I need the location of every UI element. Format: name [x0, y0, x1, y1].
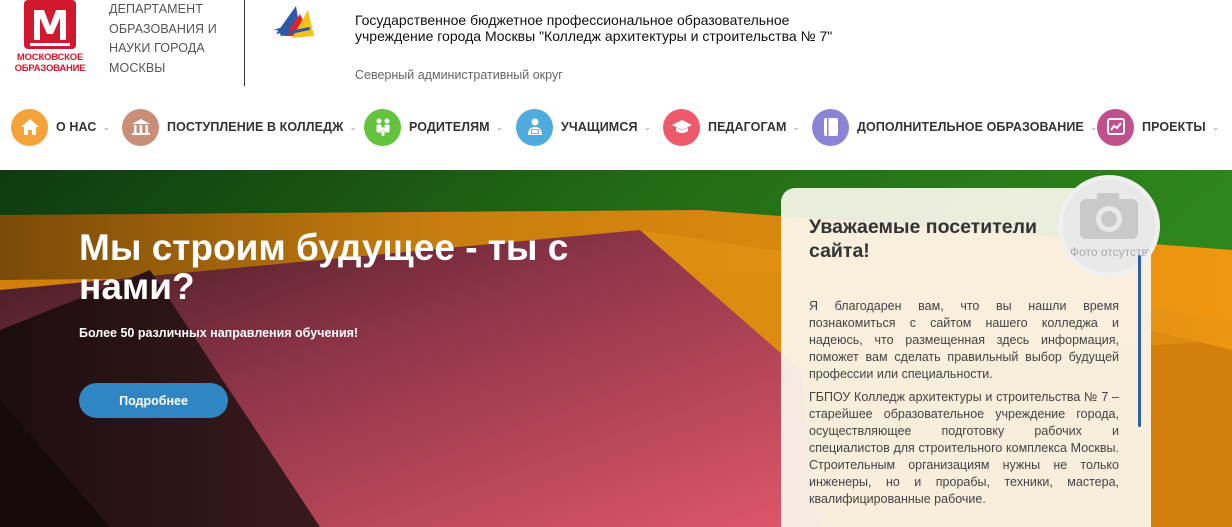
nav-label: ДОПОЛНИТЕЛЬНОЕ ОБРАЗОВАНИЕ: [857, 120, 1084, 134]
department-line: ДЕПАРТАМЕНТ: [109, 2, 203, 16]
nav-item-admission[interactable]: ПОСТУПЛЕНИЕ В КОЛЛЕДЖ ⌄: [122, 104, 357, 150]
header-divider: [244, 0, 245, 86]
welcome-text: Я благодарен вам, что вы нашли время поз…: [809, 298, 1119, 514]
chevron-down-icon: ⌄: [495, 121, 504, 132]
nav-item-students[interactable]: УЧАЩИМСЯ ⌄: [516, 104, 651, 150]
photo-placeholder: Фото отсутствует: [1062, 179, 1156, 273]
student-icon: [516, 108, 553, 146]
family-icon: [364, 108, 401, 146]
nav-label: УЧАЩИМСЯ: [561, 120, 638, 134]
department-line: ОБРАЗОВАНИЯ И: [109, 21, 217, 36]
site-header: МОСКОВСКОЕ ОБРАЗОВАНИЕ ДЕПАРТАМЕНТ ОБРАЗ…: [0, 0, 1232, 92]
college-logo[interactable]: [270, 0, 320, 44]
college-emblem-icon: [274, 6, 314, 38]
nav-label: О НАС: [56, 120, 97, 134]
nav-label: ПОСТУПЛЕНИЕ В КОЛЛЕДЖ: [167, 120, 344, 134]
chevron-down-icon: ⌄: [792, 121, 801, 132]
nav-item-about[interactable]: О НАС ⌄: [11, 104, 110, 150]
nav-label: РОДИТЕЛЯМ: [409, 120, 490, 134]
nav-label: ПЕДАГОГАМ: [708, 120, 787, 134]
chevron-down-icon: ⌄: [102, 121, 111, 132]
welcome-paragraph: Я благодарен вам, что вы нашли время поз…: [809, 299, 1119, 381]
mo-emblem-icon: [24, 0, 76, 49]
welcome-paragraph: ГБПОУ Колледж архитектуры и строительств…: [809, 390, 1119, 506]
photo-missing-text: Фото отсутствует: [1070, 245, 1160, 259]
building-icon: [122, 108, 159, 146]
graduation-cap-icon: [663, 108, 700, 146]
chart-board-icon: [1097, 108, 1134, 146]
moscow-education-logo[interactable]: МОСКОВСКОЕ ОБРАЗОВАНИЕ: [10, 0, 90, 82]
nav-item-projects[interactable]: ПРОЕКТЫ ⌄: [1097, 104, 1219, 150]
main-nav: О НАС ⌄ ПОСТУПЛЕНИЕ В КОЛЛЕДЖ ⌄ РОДИТЕЛЯ…: [0, 104, 1232, 150]
hero-title: Мы строим будущее - ты с нами?: [79, 227, 569, 307]
welcome-title: Уважаемые посетители сайта!: [809, 216, 1037, 262]
director-photo: Фото отсутствует: [1058, 175, 1160, 277]
welcome-card: Уважаемые посетители сайта! Фото отсутст…: [781, 175, 1160, 527]
nav-item-teachers[interactable]: ПЕДАГОГАМ ⌄: [663, 104, 800, 150]
college-name[interactable]: Государственное бюджетное профессиональн…: [355, 12, 855, 44]
department-name[interactable]: ДЕПАРТАМЕНТ ОБРАЗОВАНИЯ И НАУКИ ГОРОДА М…: [109, 0, 239, 78]
chevron-down-icon: ⌄: [643, 121, 652, 132]
department-line: НАУКИ ГОРОДА: [109, 41, 205, 55]
chevron-down-icon: ⌄: [349, 121, 358, 132]
more-button[interactable]: Подробнее: [79, 383, 228, 418]
home-icon: [11, 108, 48, 146]
mo-logo-text: МОСКОВСКОЕ ОБРАЗОВАНИЕ: [14, 52, 86, 74]
nav-item-parents[interactable]: РОДИТЕЛЯМ ⌄: [364, 104, 503, 150]
chevron-down-icon: ⌄: [1211, 121, 1220, 132]
hero-subtitle: Более 50 различных направления обучения!: [79, 326, 359, 340]
district-name: Северный административный округ: [355, 68, 563, 82]
nav-item-extra-education[interactable]: ДОПОЛНИТЕЛЬНОЕ ОБРАЗОВАНИЕ ⌄: [812, 104, 1097, 150]
nav-label: ПРОЕКТЫ: [1142, 120, 1206, 134]
card-scrollbar[interactable]: [1138, 255, 1141, 427]
book-icon: [812, 108, 849, 146]
department-line: МОСКВЫ: [109, 60, 166, 75]
